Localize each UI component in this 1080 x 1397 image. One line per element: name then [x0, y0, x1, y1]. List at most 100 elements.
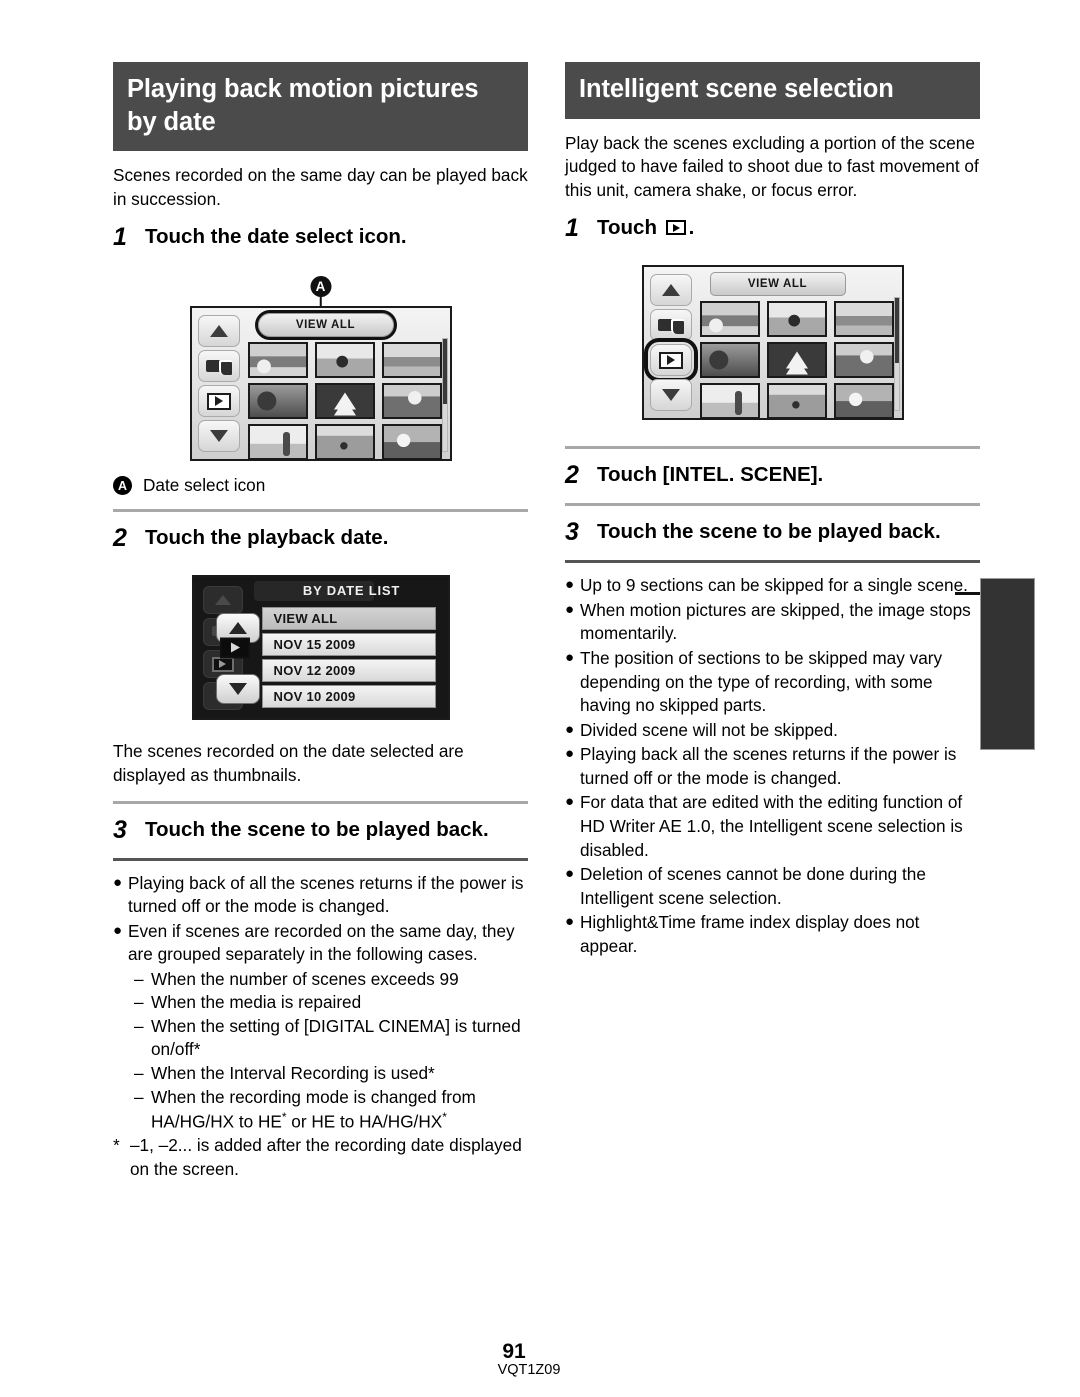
scroll-up-button-dimmed: [202, 585, 243, 614]
left-figure-2: BY DATE LIST VIEW ALL NOV 15 2009 NOV 12…: [113, 575, 528, 721]
thumbnail-item[interactable]: [699, 301, 760, 338]
thumbnail-item[interactable]: [314, 342, 375, 379]
dash-marker: –: [134, 968, 144, 989]
right-intro-text: Play back the scenes excluding a portion…: [565, 132, 979, 200]
document-code: VQT1Z09: [497, 1362, 561, 1379]
dash-marker: –: [134, 1015, 144, 1036]
list-item-text: Playing back all the scenes returns if t…: [580, 744, 957, 788]
right-step-2-number: 2: [565, 461, 579, 490]
page-number: 91: [502, 1339, 526, 1363]
media-mode-button[interactable]: [197, 350, 240, 383]
bullet-dot: ●: [565, 576, 575, 594]
video-camera-icon: [657, 317, 684, 334]
thumbnail-item[interactable]: [247, 424, 308, 461]
triangle-down-icon: [661, 389, 680, 402]
thumbnail-item[interactable]: [699, 383, 760, 420]
bullet-dot: ●: [113, 921, 123, 939]
callout-leader: A: [113, 276, 528, 316]
thumbnail-item[interactable]: [247, 342, 308, 379]
list-item: ● The position of sections to be skipped…: [565, 647, 980, 718]
list-item-text-b2: or HE to HA/HG/HX: [286, 1111, 443, 1132]
callout-description: A Date select icon: [113, 475, 528, 496]
left-column: Playing back motion pictures by date Sce…: [113, 62, 528, 1182]
thumbnail-item[interactable]: [833, 342, 894, 379]
divider: [113, 800, 528, 804]
date-list-item[interactable]: NOV 10 2009: [261, 685, 436, 709]
list-item-text: Divided scene will not be skipped.: [580, 719, 838, 740]
thumbnail-item[interactable]: [833, 301, 894, 338]
view-all-button[interactable]: VIEW ALL: [254, 310, 397, 341]
date-list-item[interactable]: NOV 12 2009: [261, 659, 436, 683]
list-item-text: When the setting of [DIGITAL CINEMA] is …: [151, 1015, 521, 1060]
list-item: ● Up to 9 sections can be skipped for a …: [565, 574, 980, 598]
scroll-up-button[interactable]: [649, 274, 692, 307]
thumbnail-item[interactable]: [381, 424, 442, 461]
dash-marker: –: [134, 992, 144, 1013]
thumbnail-item[interactable]: [381, 342, 442, 379]
list-item: ● Highlight&Time frame index display doe…: [565, 911, 980, 958]
vertical-scrollbar[interactable]: [893, 297, 900, 412]
vertical-scrollbar[interactable]: [441, 338, 448, 453]
bullet-dot: ●: [113, 873, 123, 891]
thumbnail-item[interactable]: [833, 383, 894, 420]
video-camera-icon: [205, 358, 232, 375]
thumbnail-item[interactable]: [766, 342, 827, 379]
date-list-item[interactable]: NOV 15 2009: [261, 633, 436, 657]
left-step-2-number: 2: [113, 524, 127, 553]
list-item-text: When the number of scenes exceeds 99: [151, 968, 459, 989]
bullet-dot: ●: [565, 649, 575, 666]
callout-badge-label: A: [113, 476, 132, 496]
list-item: – When the number of scenes exceeds 99: [113, 968, 528, 992]
thumbnail-grid: [699, 301, 894, 420]
list-item: ● Even if scenes are recorded on the sam…: [113, 920, 528, 967]
callout-badge-a: A: [310, 276, 331, 298]
right-section-title: Intelligent scene selection: [565, 62, 980, 119]
thumbnail-item[interactable]: [699, 342, 760, 379]
right-column: Intelligent scene selection Play back th…: [565, 62, 980, 959]
callout-text: Date select icon: [143, 475, 266, 496]
divider: [113, 857, 528, 861]
intel-scene-button-highlighted[interactable]: [643, 338, 698, 383]
view-all-button[interactable]: VIEW ALL: [709, 272, 846, 297]
play-icon-overlay[interactable]: [219, 637, 250, 659]
thumbnail-item[interactable]: [314, 383, 375, 420]
date-scroll-down-button[interactable]: [215, 674, 260, 705]
thumbnail-item[interactable]: [314, 424, 375, 461]
scroll-up-button[interactable]: [197, 315, 240, 348]
left-step-3-text: Touch the scene to be played back.: [145, 817, 489, 841]
right-step-1-text-after: .: [688, 216, 695, 240]
play-icon: [658, 351, 683, 369]
dash-marker: –: [134, 1063, 144, 1083]
triangle-down-icon: [228, 683, 247, 696]
media-mode-button[interactable]: [649, 309, 692, 342]
device-rail: [192, 308, 246, 459]
thumbnail-item[interactable]: [766, 301, 827, 338]
scroll-down-button[interactable]: [197, 420, 240, 453]
thumbnail-item[interactable]: [381, 383, 442, 420]
footnote: * –1, –2... is added after the recording…: [113, 1134, 528, 1181]
date-list-item[interactable]: VIEW ALL: [261, 607, 436, 631]
asterisk-marker: *: [442, 1110, 447, 1125]
intel-scene-button[interactable]: [197, 385, 240, 418]
right-step-2-text: Touch [INTEL. SCENE].: [597, 463, 824, 487]
divider: [565, 446, 980, 450]
list-item: ● Divided scene will not be skipped.: [565, 719, 980, 743]
bullet-dot: ●: [565, 720, 575, 738]
footnote-text: –1, –2... is added after the recording d…: [130, 1135, 522, 1179]
list-item: – When the setting of [DIGITAL CINEMA] i…: [113, 1015, 528, 1062]
footnote-marker: *: [113, 1135, 120, 1156]
list-item-text: Even if scenes are recorded on the same …: [128, 920, 515, 965]
scroll-down-button[interactable]: [649, 379, 692, 412]
right-figure-1: VIEW ALL: [565, 265, 980, 421]
list-item: – When the media is repaired: [113, 991, 528, 1015]
right-step-3-text: Touch the scene to be played back.: [597, 520, 941, 544]
list-item: ● For data that are edited with the edit…: [565, 791, 980, 862]
scrollbar-thumb[interactable]: [442, 339, 447, 405]
scrollbar-thumb[interactable]: [894, 298, 899, 364]
left-step-1-number: 1: [113, 223, 127, 252]
thumbnail-item[interactable]: [247, 383, 308, 420]
left-step-3: 3 Touch the scene to be played back.: [113, 816, 528, 845]
thumbnail-item[interactable]: [766, 383, 827, 420]
list-item-text-b1: HA/HG/HX to HE: [151, 1111, 282, 1132]
thumbnail-grid: [247, 342, 442, 461]
